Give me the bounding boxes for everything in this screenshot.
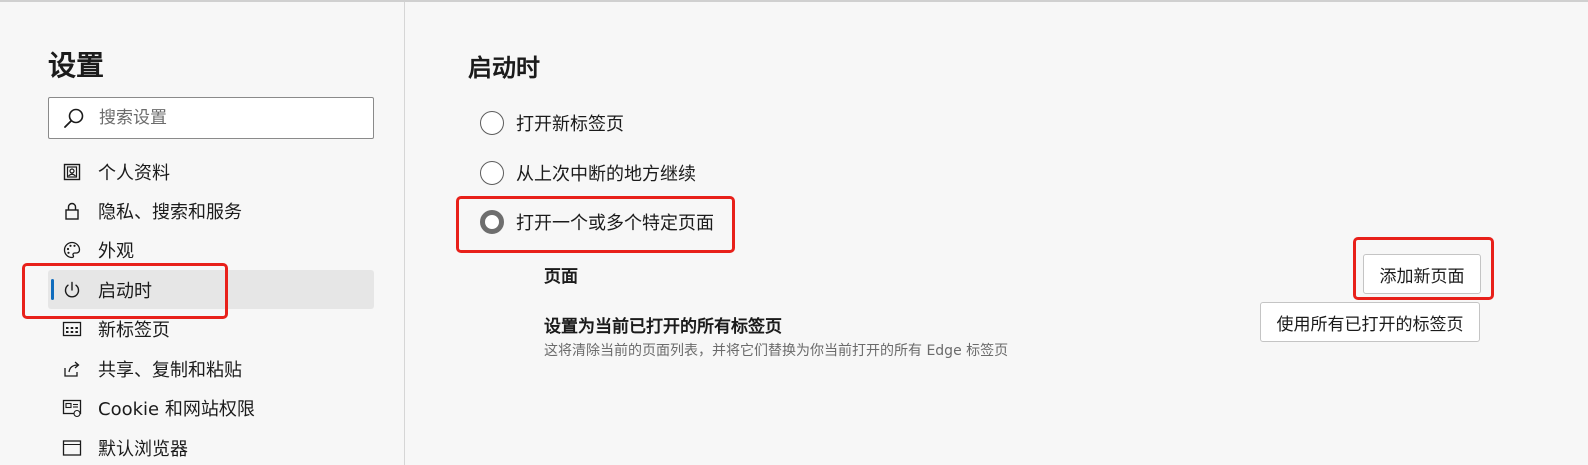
pages-heading: 页面 [544, 267, 578, 287]
set-all-open-tabs-title: 设置为当前已打开的所有标签页 [544, 317, 782, 337]
power-icon [64, 281, 80, 298]
profile-icon [63, 163, 81, 180]
page-title: 启动时 [468, 54, 540, 82]
search-settings-input[interactable] [99, 108, 339, 128]
radio-continue-where-left-off[interactable] [480, 161, 504, 185]
sidebar-item-new-tab[interactable]: 新标签页 [48, 309, 374, 348]
sidebar-item-share-copy-paste[interactable]: 共享、复制和粘贴 [48, 349, 374, 388]
radio-open-new-tab[interactable] [480, 111, 504, 135]
option-label: 从上次中断的地方继续 [516, 164, 696, 185]
new-tab-grid-icon [62, 321, 82, 336]
settings-sidebar: 设置 个人资料 隐私、搜索和服务 外观 [0, 2, 405, 465]
settings-content: 启动时 打开新标签页 从上次中断的地方继续 打开一个或多个特定页面 页面 添加新… [406, 2, 1588, 465]
sidebar-item-label: 隐私、搜索和服务 [98, 201, 242, 223]
sidebar-title: 设置 [48, 49, 105, 82]
share-icon [64, 361, 80, 377]
option-label: 打开一个或多个特定页面 [516, 213, 714, 234]
radio-open-specific-pages[interactable] [480, 210, 504, 234]
palette-icon [63, 241, 81, 258]
lock-icon [65, 202, 79, 220]
use-all-open-tabs-button[interactable]: 使用所有已打开的标签页 [1260, 302, 1480, 342]
add-new-page-button[interactable]: 添加新页面 [1363, 254, 1481, 294]
option-open-new-tab[interactable]: 打开新标签页 [480, 108, 624, 138]
sidebar-item-on-startup[interactable]: 启动时 [48, 270, 374, 309]
search-settings-box[interactable] [48, 97, 374, 139]
sidebar-item-label: 启动时 [98, 280, 152, 302]
sidebar-item-label: 外观 [98, 240, 134, 262]
sidebar-item-label: Cookie 和网站权限 [98, 398, 255, 420]
sidebar-item-label: 默认浏览器 [98, 438, 188, 460]
option-open-specific-pages[interactable]: 打开一个或多个特定页面 [480, 207, 714, 237]
active-indicator [51, 279, 54, 300]
sidebar-item-default-browser[interactable]: 默认浏览器 [48, 428, 374, 465]
sidebar-item-label: 新标签页 [98, 319, 170, 341]
search-icon [64, 108, 84, 128]
sidebar-item-appearance[interactable]: 外观 [48, 230, 374, 269]
sidebar-item-privacy[interactable]: 隐私、搜索和服务 [48, 191, 374, 230]
sidebar-item-profile[interactable]: 个人资料 [48, 152, 374, 191]
sidebar-item-label: 个人资料 [98, 162, 170, 184]
sidebar-item-cookies-permissions[interactable]: Cookie 和网站权限 [48, 388, 374, 427]
option-continue-where-left-off[interactable]: 从上次中断的地方继续 [480, 158, 696, 188]
browser-window-icon [62, 439, 82, 456]
option-label: 打开新标签页 [516, 114, 624, 135]
sidebar-item-label: 共享、复制和粘贴 [98, 359, 242, 381]
set-all-open-tabs-description: 这将清除当前的页面列表，并将它们替换为你当前打开的所有 Edge 标签页 [544, 343, 1009, 359]
site-permissions-icon [62, 399, 82, 417]
